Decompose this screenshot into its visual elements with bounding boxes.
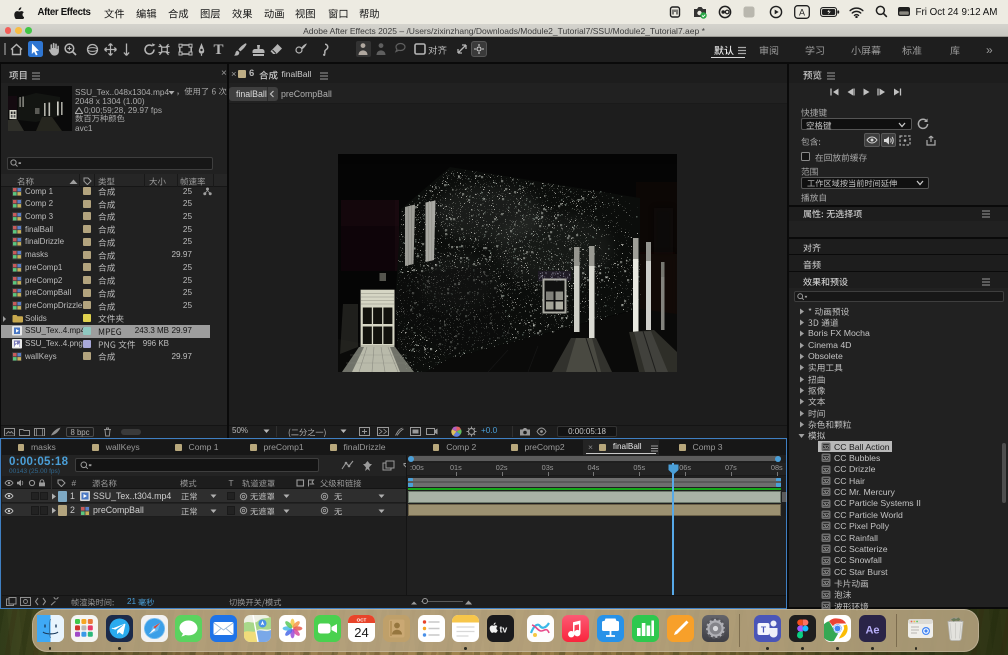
- svg-text:32: 32: [822, 524, 828, 530]
- svg-text:32: 32: [822, 490, 828, 496]
- svg-text:A: A: [799, 8, 805, 18]
- svg-text:OCT: OCT: [357, 617, 367, 622]
- svg-text:24: 24: [355, 625, 369, 640]
- svg-text:32: 32: [822, 547, 828, 553]
- svg-text:32: 32: [822, 479, 828, 485]
- svg-text:Ae: Ae: [866, 624, 880, 636]
- svg-text:32: 32: [822, 536, 828, 542]
- svg-text:32: 32: [822, 558, 828, 564]
- svg-text:T: T: [213, 42, 223, 56]
- svg-text:32: 32: [822, 467, 828, 473]
- svg-text:32: 32: [822, 456, 828, 462]
- svg-text:32: 32: [822, 513, 828, 519]
- svg-text:32: 32: [822, 570, 828, 576]
- svg-text:32: 32: [822, 445, 828, 451]
- svg-text:32: 32: [822, 592, 828, 598]
- svg-text:32: 32: [822, 502, 828, 508]
- svg-text:32: 32: [822, 581, 828, 587]
- svg-text:tv: tv: [500, 624, 508, 634]
- svg-text:T: T: [761, 624, 767, 634]
